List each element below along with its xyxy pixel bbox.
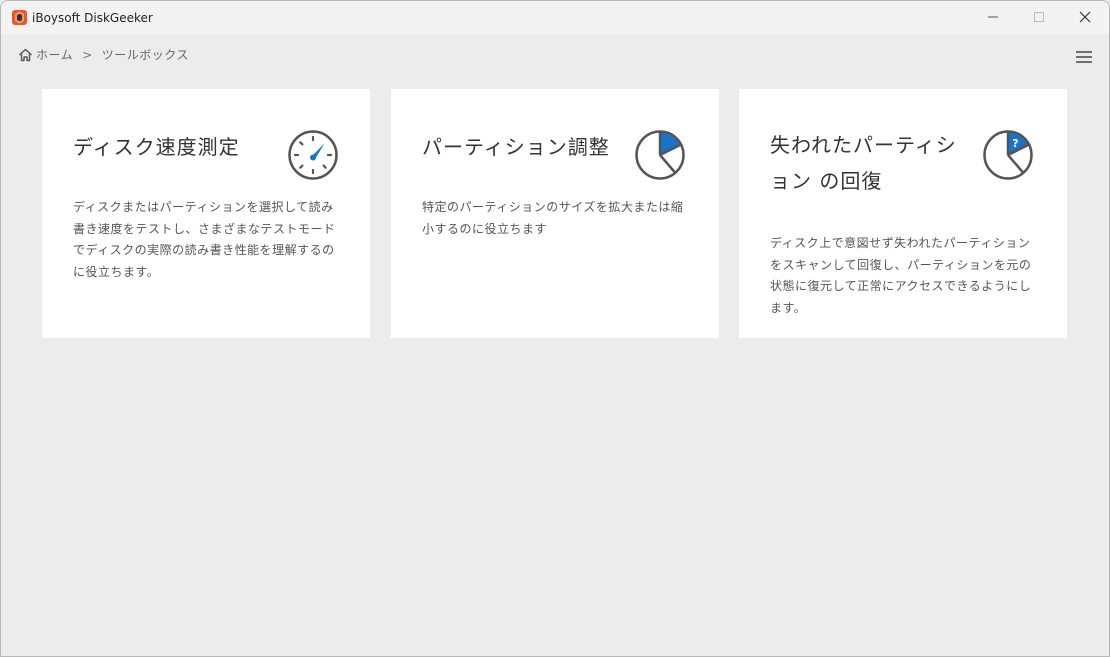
maximize-icon <box>1034 12 1044 22</box>
close-button[interactable] <box>1062 1 1108 33</box>
card-disk-speed-test[interactable]: ディスク速度測定 ディスクまたはパーティションを選択して読み書き速度をテストし、… <box>42 89 370 338</box>
breadcrumb: ホーム > ツールボックス <box>18 46 189 63</box>
minimize-button[interactable] <box>970 1 1016 33</box>
card-title: パーティション調整 <box>422 135 610 159</box>
breadcrumb-current: ツールボックス <box>101 48 189 62</box>
pie-chart-icon <box>635 130 685 180</box>
card-title: 失われたパーティション の回復 <box>770 133 957 193</box>
title-bar[interactable]: iBoysoft DiskGeeker <box>1 1 1109 34</box>
app-window: iBoysoft DiskGeeker ホーム > ツールボックス ディスク速度… <box>0 0 1110 657</box>
pie-question-icon: ? <box>983 130 1033 180</box>
window-title: iBoysoft DiskGeeker <box>32 11 153 25</box>
speedometer-icon <box>288 130 338 180</box>
home-icon[interactable] <box>18 48 33 62</box>
card-partition-resize[interactable]: パーティション調整 特定のパーティションのサイズを拡大または縮小するのに役立ちま… <box>391 89 719 338</box>
breadcrumb-home[interactable]: ホーム <box>36 46 73 63</box>
svg-text:?: ? <box>1012 137 1018 150</box>
minimize-icon <box>988 16 998 18</box>
app-logo-icon <box>12 10 27 25</box>
card-lost-partition-recovery[interactable]: 失われたパーティション の回復 ? ディスク上で意図せず失われたパーティションを… <box>739 89 1067 338</box>
card-description: ディスクまたはパーティションを選択して読み書き速度をテストし、さまざまなテストモ… <box>73 200 336 279</box>
hamburger-menu-icon[interactable] <box>1074 49 1094 65</box>
toolbar: ホーム > ツールボックス <box>1 34 1109 76</box>
maximize-button[interactable] <box>1016 1 1062 33</box>
card-description: 特定のパーティションのサイズを拡大または縮小するのに役立ちます <box>422 200 684 236</box>
close-icon <box>1079 11 1091 23</box>
breadcrumb-separator: > <box>82 47 93 62</box>
card-description: ディスク上で意図せず失われたパーティションをスキャンして回復し、パーティションを… <box>770 236 1032 315</box>
card-title: ディスク速度測定 <box>73 135 240 159</box>
